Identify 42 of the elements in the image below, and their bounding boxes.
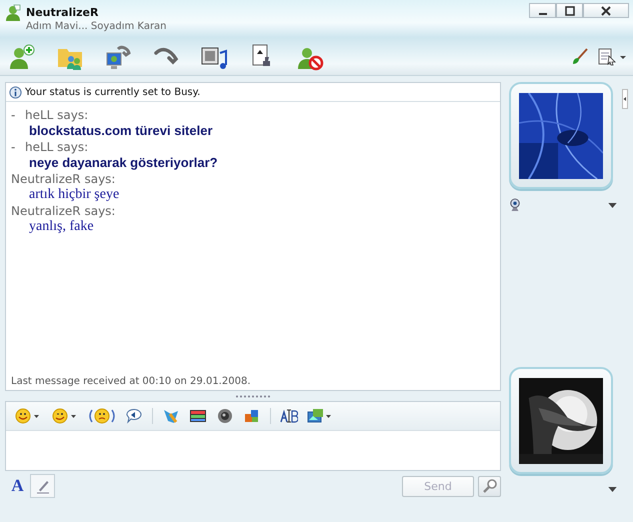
handwriting-button[interactable] [30, 474, 55, 498]
sender-name: heLL says: [25, 139, 88, 155]
dash-mark: - [11, 108, 16, 122]
message-text: yanlış, fake [29, 219, 94, 235]
status-message: Your status is currently set to Busy. [25, 86, 200, 98]
dash-mark: - [11, 140, 16, 154]
video-call-icon[interactable] [104, 43, 132, 71]
maximize-icon [564, 4, 576, 16]
caret-icon[interactable] [608, 202, 617, 208]
nudge-icon[interactable] [88, 408, 116, 424]
search-button[interactable] [478, 476, 501, 496]
minimize-button[interactable] [529, 3, 556, 18]
maximize-button[interactable] [556, 3, 583, 18]
sender-name: heLL says: [25, 107, 88, 123]
collapse-handle-icon[interactable] [622, 89, 628, 109]
voice-clip-icon[interactable] [125, 408, 143, 424]
text-cursor-icon[interactable] [280, 408, 298, 424]
minimize-icon [538, 12, 546, 14]
close-button[interactable] [583, 3, 629, 18]
last-message-note: Last message received at 00:10 on 29.01.2008. [10, 376, 252, 389]
blocks-icon[interactable] [243, 408, 261, 424]
sender-name: NeutralizeR says: [11, 171, 116, 187]
message-text: neye dayanarak gösteriyorlar? [29, 155, 218, 171]
font-button[interactable]: A [5, 474, 30, 498]
pen-icon [34, 478, 50, 494]
buddy-icon [5, 4, 21, 22]
window-title: NeutralizeR [26, 6, 100, 20]
background-grid-icon[interactable] [189, 408, 207, 424]
smiley-icon[interactable] [14, 408, 42, 424]
caret-icon[interactable] [608, 487, 617, 492]
menu-page-icon[interactable] [597, 47, 627, 67]
info-icon [9, 86, 22, 98]
personal-message: Adım Mavi... Soyadım Karan [26, 20, 167, 34]
message-text: blockstatus.com türevi siteler [29, 123, 213, 139]
close-icon [600, 4, 612, 16]
search-icon [482, 478, 498, 494]
message-text: artık hiçbir şeye [29, 187, 120, 203]
webcam-icon[interactable] [509, 198, 521, 212]
sender-name: NeutralizeR says: [11, 203, 116, 219]
wink-icon[interactable] [51, 408, 79, 424]
add-contact-icon[interactable] [8, 43, 36, 71]
speaker-icon[interactable] [216, 408, 234, 424]
